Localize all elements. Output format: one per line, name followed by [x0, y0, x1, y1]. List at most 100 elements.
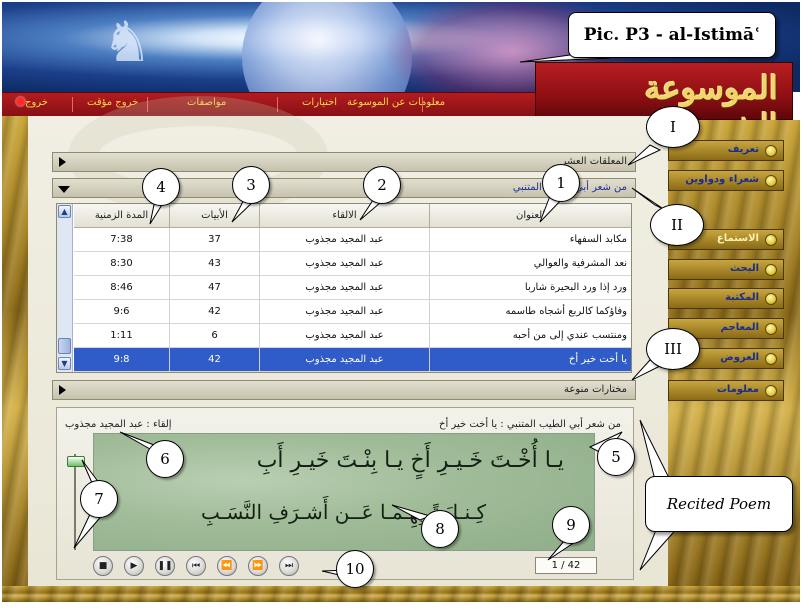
table-row-selected[interactable]: يا أخت خير أخ عبد المجيد مجذوب 42 9:8: [74, 348, 631, 372]
cell-title: ومنتسب عندي إلى من أحبه: [429, 324, 631, 347]
bullet-icon: [765, 323, 777, 335]
scroll-up-icon[interactable]: ▲: [58, 205, 71, 218]
cell-verses: 42: [169, 348, 259, 371]
collapse-arrow-icon: [59, 385, 66, 395]
callout-1: 1: [542, 164, 580, 202]
forward-icon[interactable]: ⏩: [248, 556, 268, 576]
cell-reciter: عبد المجيد مجذوب: [259, 300, 429, 323]
table-row[interactable]: وفاؤكما كالربع أشجاه طاسمه عبد المجيد مج…: [74, 300, 631, 324]
table-header: العنوان الالقاء الأبيات المدة الزمنية: [74, 204, 631, 228]
scrollbar[interactable]: ▲ ▼: [57, 204, 73, 372]
app-window: ♞ الموسوعة الشعرية معلومات عن الموسوعة ا…: [0, 0, 810, 611]
callout-roman-3: III: [646, 328, 700, 370]
verse-line-1: يـا أُخْـتَ خَـيـرِ أَخٍ يـا بِنْـتَ خَي…: [256, 448, 564, 473]
reciter-line: إلقاء : عبد المجيد مجذوب: [65, 419, 172, 430]
header-verses[interactable]: الأبيات: [169, 204, 259, 227]
callout-roman-2: II: [650, 204, 704, 246]
wood-frame-bottom: [2, 586, 800, 602]
nav-item-poets[interactable]: شعراء ودواوين: [668, 170, 784, 191]
stop-icon[interactable]: ■: [93, 556, 113, 576]
cell-duration: 9:6: [113, 306, 130, 317]
nav-label: معلومات: [716, 384, 759, 395]
bullet-icon: [765, 353, 777, 365]
cell-reciter: عبد المجيد مجذوب: [259, 348, 429, 371]
nav-label: المكتبة: [725, 292, 759, 303]
poem-table: ▲ ▼ العنوان الالقاء الأبيات المدة الزمني…: [56, 203, 632, 373]
last-icon[interactable]: ⏭: [279, 556, 299, 576]
collapse-arrow-icon: [59, 157, 66, 167]
cell-duration: 8:30: [110, 258, 133, 269]
nav-label: شعراء ودواوين: [685, 174, 759, 185]
cell-duration: 7:38: [110, 234, 133, 245]
bullet-icon: [765, 264, 777, 276]
table-row[interactable]: مكابد السفهاء عبد المجيد مجذوب 37 7:38: [74, 228, 631, 252]
exit-label: خروج: [25, 97, 48, 108]
cell-verses: 42: [169, 300, 259, 323]
table-row[interactable]: ورد إذا ورد البحيرة شاربا عبد المجيد مجذ…: [74, 276, 631, 300]
scroll-down-icon[interactable]: ▼: [58, 357, 71, 370]
bullet-icon: [765, 293, 777, 305]
menu-item-options[interactable]: اختيارات: [302, 97, 337, 108]
nav-label: المعاجم: [720, 322, 759, 333]
wood-frame-left: [2, 116, 28, 602]
nav-item-library[interactable]: المكتبة: [668, 288, 784, 309]
callout-roman-1: I: [646, 106, 700, 148]
header-reciter[interactable]: الالقاء: [259, 204, 429, 227]
section-label: المعلقات العشر: [561, 156, 627, 167]
rewind-icon[interactable]: ⏪: [217, 556, 237, 576]
first-icon[interactable]: ⏮: [186, 556, 206, 576]
bullet-icon: [765, 175, 777, 187]
nav-label: تعريف: [727, 144, 759, 155]
bullet-icon: [765, 145, 777, 157]
nav-label: العروض: [720, 352, 759, 363]
cell-reciter: عبد المجيد مجذوب: [259, 276, 429, 299]
slider-knob[interactable]: [67, 456, 85, 468]
nav-item-info[interactable]: معلومات: [668, 380, 784, 401]
callout-10: 10: [336, 550, 374, 588]
cell-title: ورد إذا ورد البحيرة شاربا: [429, 276, 631, 299]
scroll-thumb[interactable]: [58, 338, 71, 354]
cell-verses: 6: [169, 324, 259, 347]
cell-duration: 1:11: [110, 330, 133, 341]
cell-title: مكابد السفهاء: [429, 228, 631, 251]
callout-5: 5: [597, 438, 635, 476]
cell-verses: 47: [169, 276, 259, 299]
cell-reciter: عبد المجيد مجذوب: [259, 252, 429, 275]
menu-item-about[interactable]: معلومات عن الموسوعة: [347, 97, 445, 108]
callout-8: 8: [421, 510, 459, 548]
slider-track: [74, 454, 76, 550]
bullet-icon: [765, 385, 777, 397]
nav-label: البحث: [729, 263, 759, 274]
header-title[interactable]: العنوان: [429, 204, 631, 227]
section-selections[interactable]: مختارات منوعة: [52, 380, 636, 400]
table-row[interactable]: ومنتسب عندي إلى من أحبه عبد المجيد مجذوب…: [74, 324, 631, 348]
section-label: مختارات منوعة: [564, 384, 627, 395]
nav-label: الاستماع: [716, 233, 759, 244]
exit-dot-icon: [16, 97, 25, 106]
cell-title: يا أخت خير أخ: [429, 348, 631, 371]
play-icon[interactable]: ▶: [124, 556, 144, 576]
caption-recited-poem: Recited Poem: [645, 476, 793, 532]
cell-reciter: عبد المجيد مجذوب: [259, 324, 429, 347]
callout-7: 7: [80, 480, 118, 518]
pause-icon[interactable]: ❚❚: [155, 556, 175, 576]
callout-4: 4: [142, 168, 180, 206]
header-duration[interactable]: المدة الزمنية: [74, 204, 169, 227]
table-row[interactable]: نعد المشرفية والعوالي عبد المجيد مجذوب 4…: [74, 252, 631, 276]
callout-6: 6: [146, 440, 184, 478]
callout-3: 3: [232, 166, 270, 204]
bullet-icon: [765, 234, 777, 246]
cell-verses: 37: [169, 228, 259, 251]
expand-arrow-icon: [58, 186, 70, 193]
horse-icon: ♞: [102, 10, 153, 75]
cell-title: نعد المشرفية والعوالي: [429, 252, 631, 275]
callout-9: 9: [552, 506, 590, 544]
cell-duration: 9:8: [113, 354, 130, 365]
cell-duration: 8:46: [110, 282, 133, 293]
cell-title: وفاؤكما كالربع أشجاه طاسمه: [429, 300, 631, 323]
nav-item-search[interactable]: البحث: [668, 259, 784, 280]
cell-verses: 43: [169, 252, 259, 275]
cell-reciter: عبد المجيد مجذوب: [259, 228, 429, 251]
poem-heading: من شعر أبي الطيب المتنبي : يا أخت خير أخ: [439, 419, 621, 430]
menu-item-exit[interactable]: خروج: [12, 97, 48, 108]
